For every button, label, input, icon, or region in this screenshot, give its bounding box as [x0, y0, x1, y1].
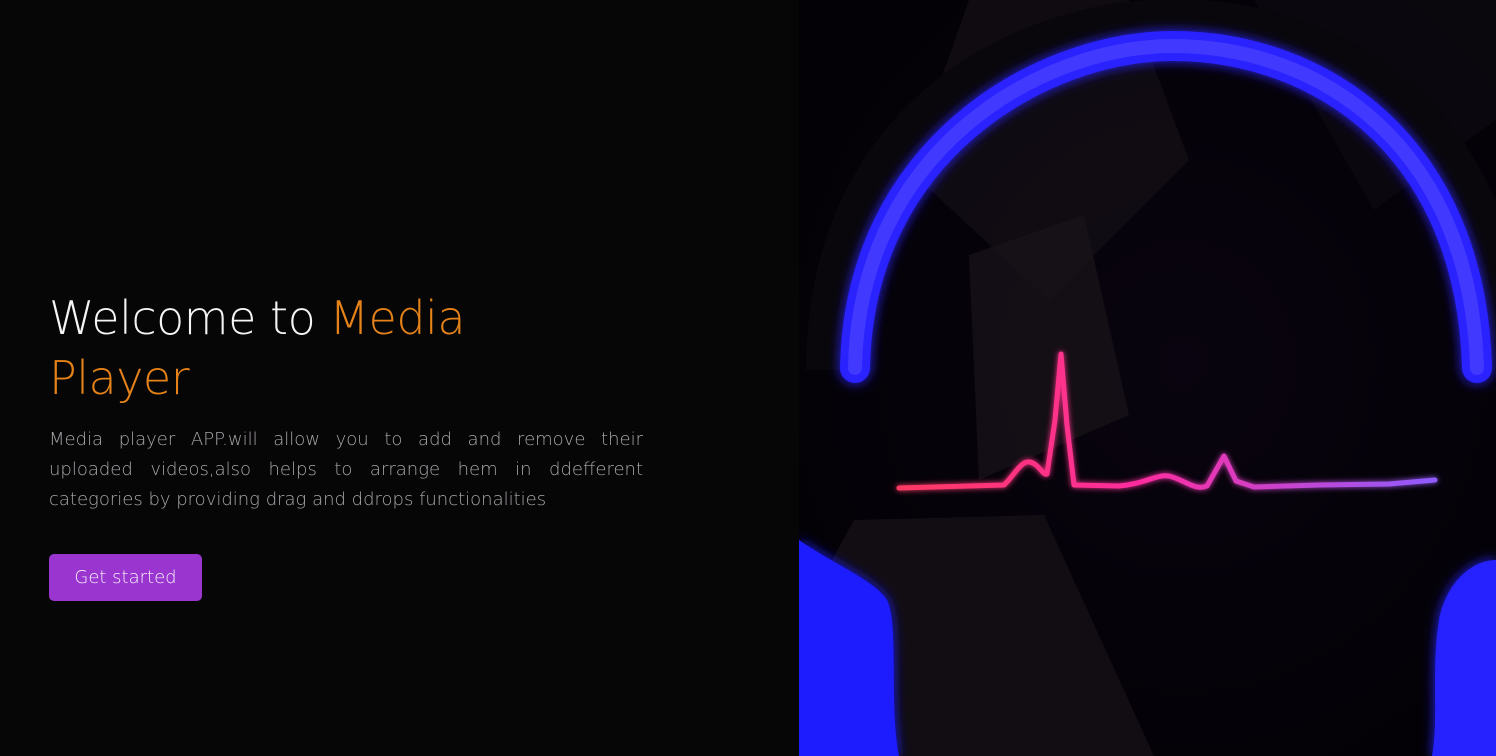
hero-text-panel: Welcome to Media Player Media player APP…	[0, 0, 799, 756]
page-title: Welcome to Media Player	[49, 288, 609, 408]
hero-description: Media player APP.will allow you to add a…	[49, 429, 643, 510]
get-started-button[interactable]: Get started	[49, 554, 202, 601]
title-prefix: Welcome to	[49, 291, 330, 345]
hero-section: Welcome to Media Player Media player APP…	[0, 0, 1496, 756]
headphones-icon	[799, 0, 1496, 756]
hero-visual-panel	[799, 0, 1496, 756]
